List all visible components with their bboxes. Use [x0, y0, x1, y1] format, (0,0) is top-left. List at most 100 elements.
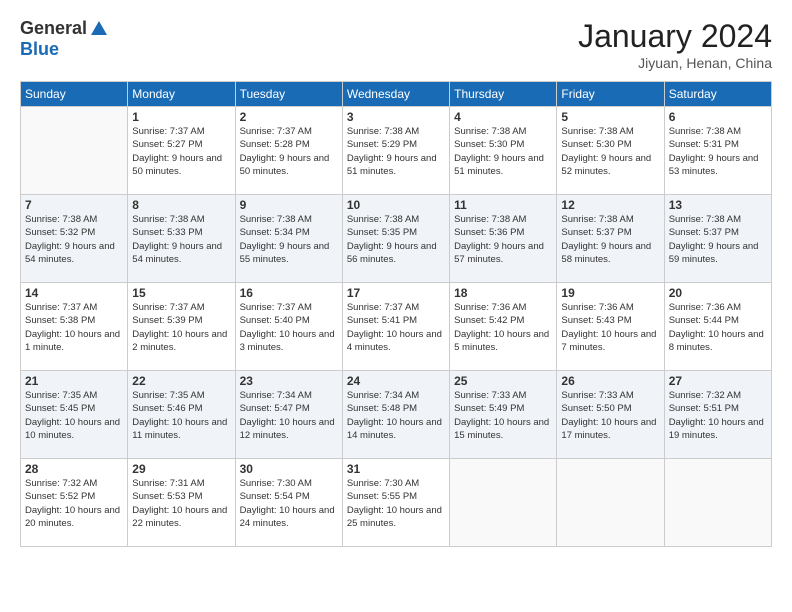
table-row: 31Sunrise: 7:30 AMSunset: 5:55 PMDayligh…	[342, 459, 449, 547]
table-row	[557, 459, 664, 547]
day-number: 28	[25, 462, 123, 476]
day-number: 27	[669, 374, 767, 388]
day-info: Sunrise: 7:37 AMSunset: 5:41 PMDaylight:…	[347, 301, 445, 354]
calendar-week-row: 28Sunrise: 7:32 AMSunset: 5:52 PMDayligh…	[21, 459, 772, 547]
location-subtitle: Jiyuan, Henan, China	[578, 55, 772, 71]
day-info: Sunrise: 7:34 AMSunset: 5:48 PMDaylight:…	[347, 389, 445, 442]
title-section: January 2024 Jiyuan, Henan, China	[578, 18, 772, 71]
logo-general-text: General	[20, 18, 87, 39]
calendar-table: Sunday Monday Tuesday Wednesday Thursday…	[20, 81, 772, 547]
day-info: Sunrise: 7:38 AMSunset: 5:30 PMDaylight:…	[454, 125, 552, 178]
day-number: 5	[561, 110, 659, 124]
day-info: Sunrise: 7:37 AMSunset: 5:27 PMDaylight:…	[132, 125, 230, 178]
day-number: 31	[347, 462, 445, 476]
day-number: 30	[240, 462, 338, 476]
table-row: 12Sunrise: 7:38 AMSunset: 5:37 PMDayligh…	[557, 195, 664, 283]
table-row: 1Sunrise: 7:37 AMSunset: 5:27 PMDaylight…	[128, 107, 235, 195]
day-info: Sunrise: 7:36 AMSunset: 5:44 PMDaylight:…	[669, 301, 767, 354]
calendar-header-row: Sunday Monday Tuesday Wednesday Thursday…	[21, 82, 772, 107]
day-number: 4	[454, 110, 552, 124]
table-row: 3Sunrise: 7:38 AMSunset: 5:29 PMDaylight…	[342, 107, 449, 195]
table-row: 20Sunrise: 7:36 AMSunset: 5:44 PMDayligh…	[664, 283, 771, 371]
day-info: Sunrise: 7:38 AMSunset: 5:34 PMDaylight:…	[240, 213, 338, 266]
col-monday: Monday	[128, 82, 235, 107]
day-info: Sunrise: 7:32 AMSunset: 5:52 PMDaylight:…	[25, 477, 123, 530]
day-number: 23	[240, 374, 338, 388]
day-number: 2	[240, 110, 338, 124]
table-row: 29Sunrise: 7:31 AMSunset: 5:53 PMDayligh…	[128, 459, 235, 547]
day-number: 18	[454, 286, 552, 300]
table-row: 10Sunrise: 7:38 AMSunset: 5:35 PMDayligh…	[342, 195, 449, 283]
day-info: Sunrise: 7:37 AMSunset: 5:40 PMDaylight:…	[240, 301, 338, 354]
day-info: Sunrise: 7:38 AMSunset: 5:30 PMDaylight:…	[561, 125, 659, 178]
table-row: 21Sunrise: 7:35 AMSunset: 5:45 PMDayligh…	[21, 371, 128, 459]
page: General Blue January 2024 Jiyuan, Henan,…	[0, 0, 792, 612]
table-row	[21, 107, 128, 195]
table-row	[664, 459, 771, 547]
table-row: 5Sunrise: 7:38 AMSunset: 5:30 PMDaylight…	[557, 107, 664, 195]
table-row: 17Sunrise: 7:37 AMSunset: 5:41 PMDayligh…	[342, 283, 449, 371]
day-number: 13	[669, 198, 767, 212]
table-row: 6Sunrise: 7:38 AMSunset: 5:31 PMDaylight…	[664, 107, 771, 195]
day-info: Sunrise: 7:35 AMSunset: 5:45 PMDaylight:…	[25, 389, 123, 442]
table-row: 24Sunrise: 7:34 AMSunset: 5:48 PMDayligh…	[342, 371, 449, 459]
table-row: 11Sunrise: 7:38 AMSunset: 5:36 PMDayligh…	[450, 195, 557, 283]
day-number: 10	[347, 198, 445, 212]
day-info: Sunrise: 7:38 AMSunset: 5:37 PMDaylight:…	[669, 213, 767, 266]
day-number: 14	[25, 286, 123, 300]
day-info: Sunrise: 7:38 AMSunset: 5:29 PMDaylight:…	[347, 125, 445, 178]
table-row	[450, 459, 557, 547]
table-row: 16Sunrise: 7:37 AMSunset: 5:40 PMDayligh…	[235, 283, 342, 371]
day-number: 1	[132, 110, 230, 124]
day-info: Sunrise: 7:35 AMSunset: 5:46 PMDaylight:…	[132, 389, 230, 442]
day-info: Sunrise: 7:37 AMSunset: 5:38 PMDaylight:…	[25, 301, 123, 354]
col-thursday: Thursday	[450, 82, 557, 107]
day-number: 12	[561, 198, 659, 212]
header: General Blue January 2024 Jiyuan, Henan,…	[20, 18, 772, 71]
table-row: 19Sunrise: 7:36 AMSunset: 5:43 PMDayligh…	[557, 283, 664, 371]
table-row: 14Sunrise: 7:37 AMSunset: 5:38 PMDayligh…	[21, 283, 128, 371]
day-number: 22	[132, 374, 230, 388]
day-info: Sunrise: 7:30 AMSunset: 5:54 PMDaylight:…	[240, 477, 338, 530]
table-row: 18Sunrise: 7:36 AMSunset: 5:42 PMDayligh…	[450, 283, 557, 371]
calendar-week-row: 1Sunrise: 7:37 AMSunset: 5:27 PMDaylight…	[21, 107, 772, 195]
day-info: Sunrise: 7:38 AMSunset: 5:33 PMDaylight:…	[132, 213, 230, 266]
day-number: 16	[240, 286, 338, 300]
day-number: 29	[132, 462, 230, 476]
col-tuesday: Tuesday	[235, 82, 342, 107]
day-info: Sunrise: 7:37 AMSunset: 5:28 PMDaylight:…	[240, 125, 338, 178]
day-info: Sunrise: 7:31 AMSunset: 5:53 PMDaylight:…	[132, 477, 230, 530]
col-sunday: Sunday	[21, 82, 128, 107]
day-info: Sunrise: 7:38 AMSunset: 5:35 PMDaylight:…	[347, 213, 445, 266]
table-row: 23Sunrise: 7:34 AMSunset: 5:47 PMDayligh…	[235, 371, 342, 459]
logo-blue-text: Blue	[20, 39, 59, 60]
table-row: 15Sunrise: 7:37 AMSunset: 5:39 PMDayligh…	[128, 283, 235, 371]
table-row: 8Sunrise: 7:38 AMSunset: 5:33 PMDaylight…	[128, 195, 235, 283]
day-info: Sunrise: 7:32 AMSunset: 5:51 PMDaylight:…	[669, 389, 767, 442]
day-number: 6	[669, 110, 767, 124]
day-number: 21	[25, 374, 123, 388]
table-row: 7Sunrise: 7:38 AMSunset: 5:32 PMDaylight…	[21, 195, 128, 283]
table-row: 13Sunrise: 7:38 AMSunset: 5:37 PMDayligh…	[664, 195, 771, 283]
logo: General Blue	[20, 18, 109, 60]
day-number: 20	[669, 286, 767, 300]
day-number: 11	[454, 198, 552, 212]
table-row: 30Sunrise: 7:30 AMSunset: 5:54 PMDayligh…	[235, 459, 342, 547]
day-number: 17	[347, 286, 445, 300]
table-row: 4Sunrise: 7:38 AMSunset: 5:30 PMDaylight…	[450, 107, 557, 195]
day-number: 15	[132, 286, 230, 300]
day-info: Sunrise: 7:38 AMSunset: 5:37 PMDaylight:…	[561, 213, 659, 266]
table-row: 25Sunrise: 7:33 AMSunset: 5:49 PMDayligh…	[450, 371, 557, 459]
calendar-week-row: 7Sunrise: 7:38 AMSunset: 5:32 PMDaylight…	[21, 195, 772, 283]
day-info: Sunrise: 7:36 AMSunset: 5:43 PMDaylight:…	[561, 301, 659, 354]
logo-icon	[89, 19, 109, 39]
col-saturday: Saturday	[664, 82, 771, 107]
table-row: 26Sunrise: 7:33 AMSunset: 5:50 PMDayligh…	[557, 371, 664, 459]
day-number: 19	[561, 286, 659, 300]
day-number: 7	[25, 198, 123, 212]
table-row: 28Sunrise: 7:32 AMSunset: 5:52 PMDayligh…	[21, 459, 128, 547]
day-info: Sunrise: 7:38 AMSunset: 5:36 PMDaylight:…	[454, 213, 552, 266]
day-info: Sunrise: 7:30 AMSunset: 5:55 PMDaylight:…	[347, 477, 445, 530]
table-row: 27Sunrise: 7:32 AMSunset: 5:51 PMDayligh…	[664, 371, 771, 459]
day-info: Sunrise: 7:38 AMSunset: 5:31 PMDaylight:…	[669, 125, 767, 178]
